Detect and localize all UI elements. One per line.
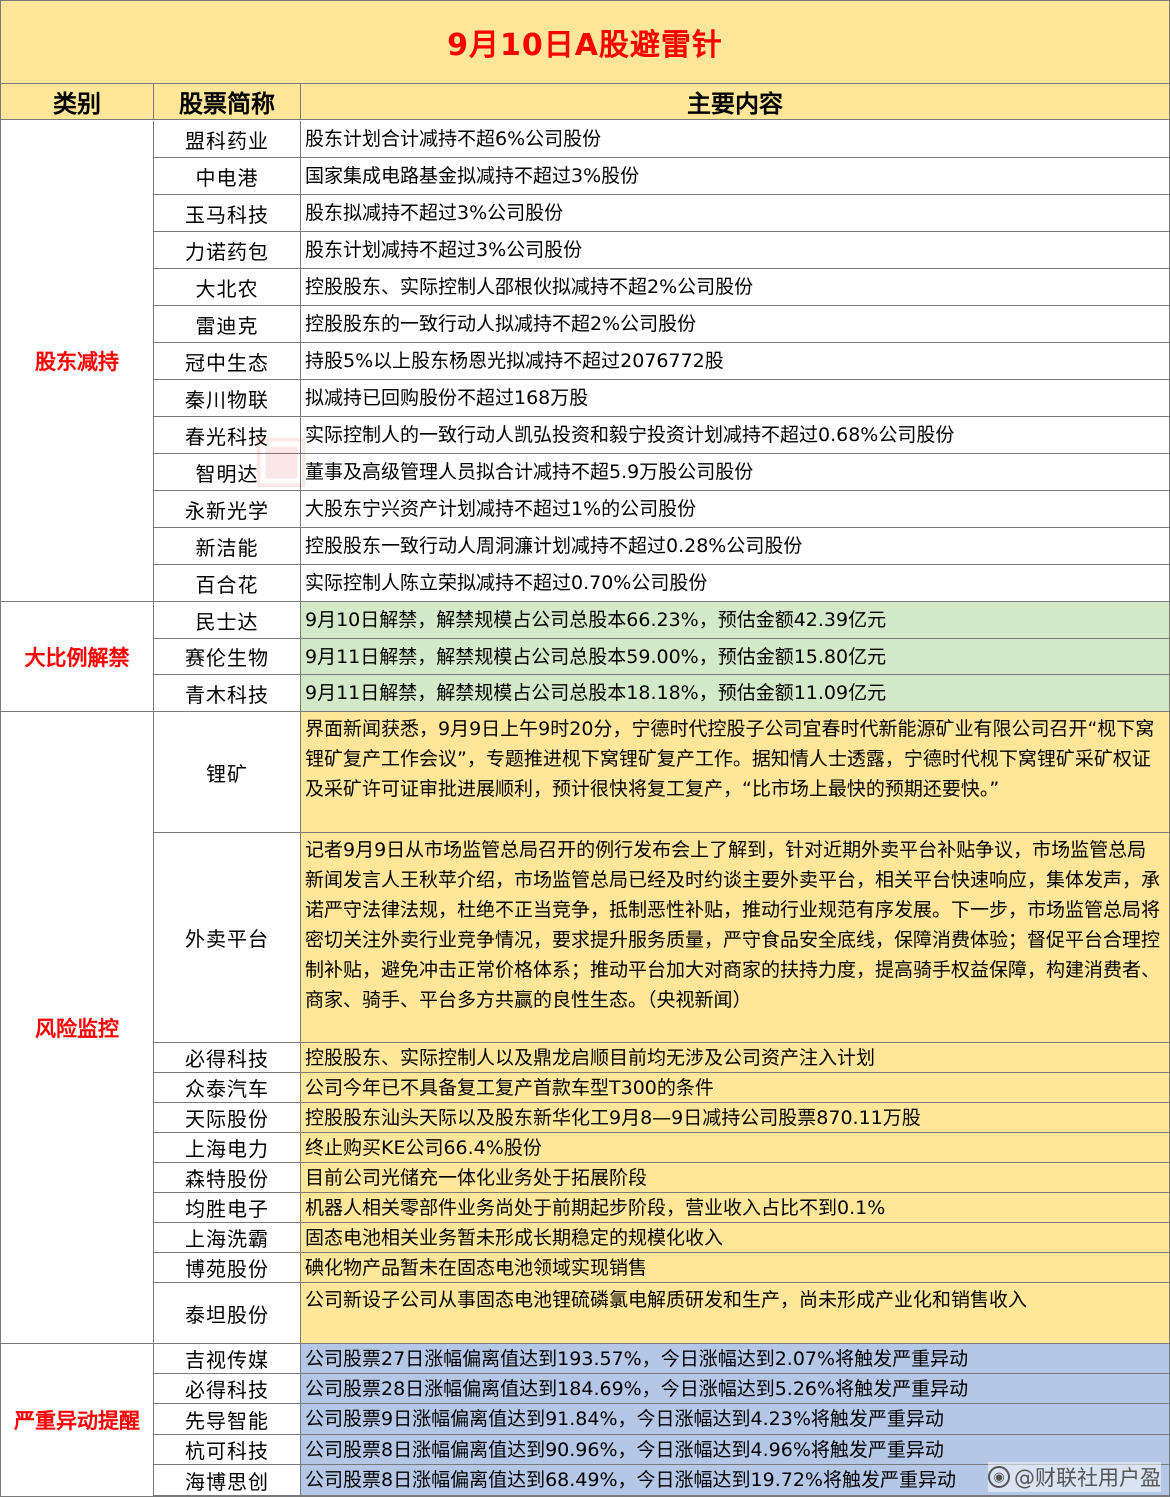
- category-reduce: 股东减持: [1, 121, 154, 602]
- stock-name: 盟科药业: [154, 121, 301, 158]
- category-abnormal: 严重异动提醒: [1, 1344, 154, 1496]
- stock-name: 天际股份: [154, 1103, 301, 1133]
- page-title: 9月10日A股避雷针: [1, 1, 1169, 84]
- stock-content: 控股股东、实际控制人以及鼎龙启顺目前均无涉及公司资产注入计划: [301, 1043, 1169, 1073]
- stock-content: 9月11日解禁，解禁规模占公司总股本18.18%，预估金额11.09亿元: [301, 675, 1169, 712]
- stock-name: 中电港: [154, 158, 301, 195]
- stock-content: 固态电池相关业务暂未形成长期稳定的规模化收入: [301, 1223, 1169, 1253]
- stock-name: 森特股份: [154, 1163, 301, 1193]
- weibo-icon: ◉: [988, 1466, 1010, 1488]
- stock-name: 大北农: [154, 269, 301, 306]
- stock-name: 必得科技: [154, 1043, 301, 1073]
- stock-content: 界面新闻获悉，9月9日上午9时20分，宁德时代控股子公司宜春时代新能源矿业有限公…: [301, 712, 1169, 833]
- stock-content: 股东计划减持不超过3%公司股份: [301, 232, 1169, 269]
- stock-name: 春光科技: [154, 417, 301, 454]
- stock-name: 吉视传媒: [154, 1344, 301, 1374]
- stock-content: 公司今年已不具备复工复产首款车型T300的条件: [301, 1073, 1169, 1103]
- watermark: ◉ @财联社用户盈: [988, 1462, 1161, 1492]
- stock-content: 拟减持已回购股份不超过168万股: [301, 380, 1169, 417]
- stock-content: 董事及高级管理人员拟合计减持不超5.9万股公司股份: [301, 454, 1169, 491]
- header-content: 主要内容: [301, 84, 1169, 120]
- stock-name: 智明达: [154, 454, 301, 491]
- category-risk: 风险监控: [1, 712, 154, 1344]
- stock-content: 控股股东、实际控制人邵根伙拟减持不超2%公司股份: [301, 269, 1169, 306]
- header-category: 类别: [1, 84, 154, 120]
- stock-name: 上海洗霸: [154, 1223, 301, 1253]
- stock-name: 百合花: [154, 565, 301, 602]
- stock-content: 公司股票9日涨幅偏离值达到91.84%，今日涨幅达到4.23%将触发严重异动: [301, 1404, 1169, 1435]
- stock-content: 终止购买KE公司66.4%股份: [301, 1133, 1169, 1163]
- stock-content: 股东拟减持不超过3%公司股份: [301, 195, 1169, 232]
- stock-name: 外卖平台: [154, 833, 301, 1043]
- stock-content: 控股股东汕头天际以及股东新华化工9月8—9日减持公司股票870.11万股: [301, 1103, 1169, 1133]
- category-unlock: 大比例解禁: [1, 602, 154, 712]
- watermark-text: @财联社用户盈: [1014, 1466, 1161, 1490]
- stock-content: 公司新设子公司从事固态电池锂硫磷氯电解质研发和生产，尚未形成产业化和销售收入: [301, 1283, 1169, 1344]
- stock-content: 国家集成电路基金拟减持不超过3%股份: [301, 158, 1169, 195]
- stock-content: 控股股东一致行动人周洞濂计划减持不超过0.28%公司股份: [301, 528, 1169, 565]
- stock-content: 股东计划合计减持不超6%公司股份: [301, 121, 1169, 158]
- stock-content: 碘化物产品暂未在固态电池领域实现销售: [301, 1253, 1169, 1283]
- stock-name: 永新光学: [154, 491, 301, 528]
- stock-name: 青木科技: [154, 675, 301, 712]
- stock-name: 杭可科技: [154, 1435, 301, 1465]
- stock-content: 公司股票8日涨幅偏离值达到90.96%，今日涨幅达到4.96%将触发严重异动: [301, 1435, 1169, 1465]
- stock-name: 冠中生态: [154, 343, 301, 380]
- stock-content: 实际控制人陈立荣拟减持不超过0.70%公司股份: [301, 565, 1169, 602]
- stock-name: 众泰汽车: [154, 1073, 301, 1103]
- stock-content: 大股东宁兴资产计划减持不超过1%的公司股份: [301, 491, 1169, 528]
- stock-content: 实际控制人的一致行动人凯弘投资和毅宁投资计划减持不超过0.68%公司股份: [301, 417, 1169, 454]
- stock-content: 记者9月9日从市场监管总局召开的例行发布会上了解到，针对近期外卖平台补贴争议，市…: [301, 833, 1169, 1043]
- stock-name: 力诺药包: [154, 232, 301, 269]
- stock-content: 公司股票28日涨幅偏离值达到184.69%，今日涨幅达到5.26%将触发严重异动: [301, 1374, 1169, 1404]
- stock-content: 机器人相关零部件业务尚处于前期起步阶段，营业收入占比不到0.1%: [301, 1193, 1169, 1223]
- stock-name: 海博思创: [154, 1465, 301, 1496]
- stock-content: 目前公司光储充一体化业务处于拓展阶段: [301, 1163, 1169, 1193]
- stock-content: 公司股票27日涨幅偏离值达到193.57%，今日涨幅达到2.07%将触发严重异动: [301, 1344, 1169, 1374]
- stock-content: 9月11日解禁，解禁规模占公司总股本59.00%，预估金额15.80亿元: [301, 639, 1169, 675]
- stock-name: 博苑股份: [154, 1253, 301, 1283]
- header-name: 股票简称: [154, 84, 301, 120]
- stock-name: 秦川物联: [154, 380, 301, 417]
- stock-content: 持股5%以上股东杨恩光拟减持不超过2076772股: [301, 343, 1169, 380]
- stock-content: 控股股东的一致行动人拟减持不超2%公司股份: [301, 306, 1169, 343]
- stock-name: 均胜电子: [154, 1193, 301, 1223]
- stock-name: 新洁能: [154, 528, 301, 565]
- avoid-mine-table: 9月10日A股避雷针 类别 股票简称 主要内容 股东减持 大比例解禁 风险监控 …: [0, 0, 1170, 1497]
- stock-content: 9月10日解禁，解禁规模占公司总股本66.23%，预估金额42.39亿元: [301, 602, 1169, 639]
- stock-name: 泰坦股份: [154, 1283, 301, 1344]
- stock-name: 必得科技: [154, 1374, 301, 1404]
- stock-name: 赛伦生物: [154, 639, 301, 675]
- stock-name: 先导智能: [154, 1404, 301, 1435]
- stock-name: 锂矿: [154, 712, 301, 833]
- stock-name: 玉马科技: [154, 195, 301, 232]
- stock-name: 雷迪克: [154, 306, 301, 343]
- stock-name: 上海电力: [154, 1133, 301, 1163]
- stock-name: 民士达: [154, 602, 301, 639]
